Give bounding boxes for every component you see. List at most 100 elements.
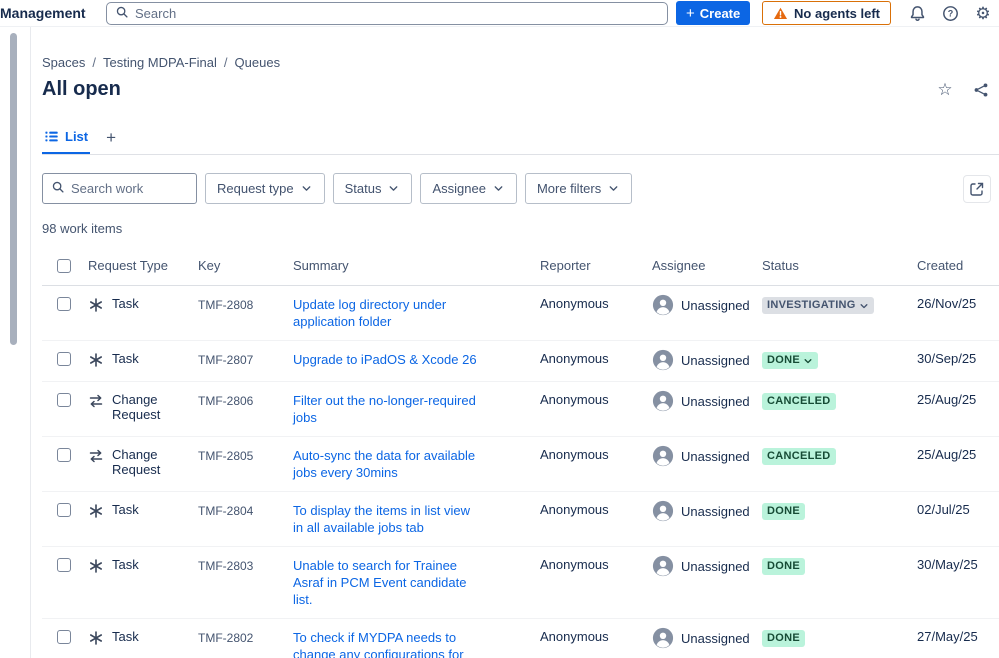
- help-icon[interactable]: ?: [940, 3, 960, 23]
- request-type-filter[interactable]: Request type: [205, 173, 325, 204]
- table-row[interactable]: Change Request TMF-2806 Filter out the n…: [42, 382, 999, 437]
- created-date: 02/Jul/25: [917, 502, 970, 517]
- work-type-label: Task: [112, 557, 139, 572]
- row-checkbox[interactable]: [57, 558, 71, 572]
- share-icon[interactable]: [971, 80, 991, 100]
- chevron-down-icon: [860, 303, 868, 308]
- status-badge[interactable]: DONE: [762, 352, 818, 369]
- work-item-summary-link[interactable]: Unable to search for Trainee Asraf in PC…: [293, 557, 479, 608]
- work-item-summary-link[interactable]: Upgrade to iPadOS & Xcode 26: [293, 351, 477, 368]
- settings-gear-icon[interactable]: ⚙: [973, 3, 993, 23]
- column-header-created[interactable]: Created: [917, 258, 999, 273]
- global-search[interactable]: [106, 1, 668, 25]
- work-item-key: TMF-2808: [198, 298, 254, 312]
- reporter-name: Anonymous: [540, 351, 609, 366]
- chevron-down-icon: [302, 186, 311, 191]
- create-button[interactable]: + Create: [676, 1, 751, 25]
- status-badge[interactable]: INVESTIGATING: [762, 297, 874, 314]
- select-all-checkbox[interactable]: [57, 259, 71, 273]
- column-header-reporter[interactable]: Reporter: [540, 258, 652, 273]
- chevron-down-icon: [609, 186, 618, 191]
- created-date: 27/May/25: [917, 629, 978, 644]
- list-view-icon: [44, 129, 59, 144]
- table-body: Task TMF-2808 Update log directory under…: [42, 286, 999, 658]
- work-type-label: Change Request: [112, 447, 161, 477]
- search-work-field[interactable]: [42, 173, 197, 204]
- reporter-name: Anonymous: [540, 502, 609, 517]
- table-row[interactable]: Task TMF-2803 Unable to search for Train…: [42, 547, 999, 619]
- search-icon: [115, 5, 129, 22]
- work-type-label: Task: [112, 351, 139, 366]
- table-row[interactable]: Task TMF-2802 To check if MYDPA needs to…: [42, 619, 999, 658]
- row-checkbox[interactable]: [57, 352, 71, 366]
- work-item-summary-link[interactable]: Filter out the no-longer-required jobs: [293, 392, 479, 426]
- work-item-summary-link[interactable]: To check if MYDPA needs to change any co…: [293, 629, 479, 658]
- notifications-bell-icon[interactable]: [907, 3, 927, 23]
- chevron-down-icon: [390, 186, 398, 191]
- row-checkbox[interactable]: [57, 393, 71, 407]
- table-row[interactable]: Task TMF-2808 Update log directory under…: [42, 286, 999, 341]
- row-checkbox[interactable]: [57, 630, 71, 644]
- page-title: All open: [42, 78, 121, 100]
- scrollbar-thumb[interactable]: [10, 33, 17, 345]
- filter-bar: Request type Status Assignee More filter…: [42, 173, 999, 204]
- global-search-input[interactable]: [135, 5, 659, 21]
- status-filter[interactable]: Status: [332, 173, 413, 204]
- work-item-summary-link[interactable]: Update log directory under application f…: [293, 296, 479, 330]
- no-agents-left-button[interactable]: No agents left: [762, 1, 891, 25]
- column-header-request-type[interactable]: Request Type: [88, 258, 198, 273]
- breadcrumb-queues[interactable]: Queues: [235, 55, 281, 70]
- column-header-assignee[interactable]: Assignee: [652, 258, 762, 273]
- no-agents-left-label: No agents left: [794, 5, 880, 21]
- work-type-icon: [88, 558, 104, 574]
- status-badge[interactable]: DONE: [762, 630, 805, 647]
- assignee-name: Unassigned: [681, 393, 750, 409]
- add-tab-button[interactable]: +: [106, 129, 116, 154]
- work-type-icon: [88, 352, 104, 368]
- table-row[interactable]: Task TMF-2804 To display the items in li…: [42, 492, 999, 547]
- work-item-summary-link[interactable]: To display the items in list view in all…: [293, 502, 479, 536]
- work-item-key: TMF-2802: [198, 631, 254, 645]
- breadcrumb-separator: /: [223, 55, 228, 70]
- reporter-name: Anonymous: [540, 296, 609, 311]
- tab-list[interactable]: List: [42, 125, 91, 154]
- column-header-key[interactable]: Key: [198, 258, 293, 273]
- open-in-new-window-button[interactable]: [963, 174, 991, 203]
- work-type-icon: [88, 630, 104, 646]
- status-filter-label: Status: [344, 181, 382, 196]
- row-checkbox[interactable]: [57, 297, 71, 311]
- work-item-key: TMF-2803: [198, 559, 254, 573]
- column-header-status[interactable]: Status: [762, 258, 917, 273]
- work-items-table: Request Type Key Summary Reporter Assign…: [42, 249, 999, 658]
- title-row: All open ☆: [42, 78, 999, 101]
- assignee-avatar-icon: [652, 349, 674, 371]
- plus-icon: +: [686, 4, 695, 22]
- assignee-avatar-icon: [652, 627, 674, 649]
- more-filters-button[interactable]: More filters: [524, 173, 633, 204]
- assignee-filter[interactable]: Assignee: [420, 173, 517, 204]
- row-checkbox[interactable]: [57, 503, 71, 517]
- table-row[interactable]: Change Request TMF-2805 Auto-sync the da…: [42, 437, 999, 492]
- status-badge-label: DONE: [767, 560, 800, 572]
- status-badge-label: INVESTIGATING: [767, 299, 856, 311]
- table-row[interactable]: Task TMF-2807 Upgrade to iPadOS & Xcode …: [42, 341, 999, 382]
- work-item-summary-link[interactable]: Auto-sync the data for available jobs ev…: [293, 447, 479, 481]
- warning-icon: [773, 6, 788, 21]
- breadcrumb-separator: /: [92, 55, 96, 70]
- status-badge[interactable]: DONE: [762, 503, 805, 520]
- star-icon[interactable]: ☆: [935, 80, 955, 100]
- app-title: Management: [0, 5, 86, 21]
- status-badge[interactable]: CANCELED: [762, 393, 836, 410]
- status-badge[interactable]: DONE: [762, 558, 805, 575]
- main-content: Spaces / Testing MDPA-Final / Queues All…: [31, 27, 999, 658]
- work-item-key: TMF-2804: [198, 504, 254, 518]
- row-checkbox[interactable]: [57, 448, 71, 462]
- breadcrumb-spaces[interactable]: Spaces: [42, 55, 85, 70]
- column-header-summary[interactable]: Summary: [293, 258, 540, 273]
- more-filters-label: More filters: [536, 181, 602, 196]
- work-type-label: Task: [112, 629, 139, 644]
- status-badge[interactable]: CANCELED: [762, 448, 836, 465]
- assignee-avatar-icon: [652, 445, 674, 467]
- search-work-input[interactable]: [71, 181, 188, 196]
- breadcrumb-project[interactable]: Testing MDPA-Final: [103, 55, 217, 70]
